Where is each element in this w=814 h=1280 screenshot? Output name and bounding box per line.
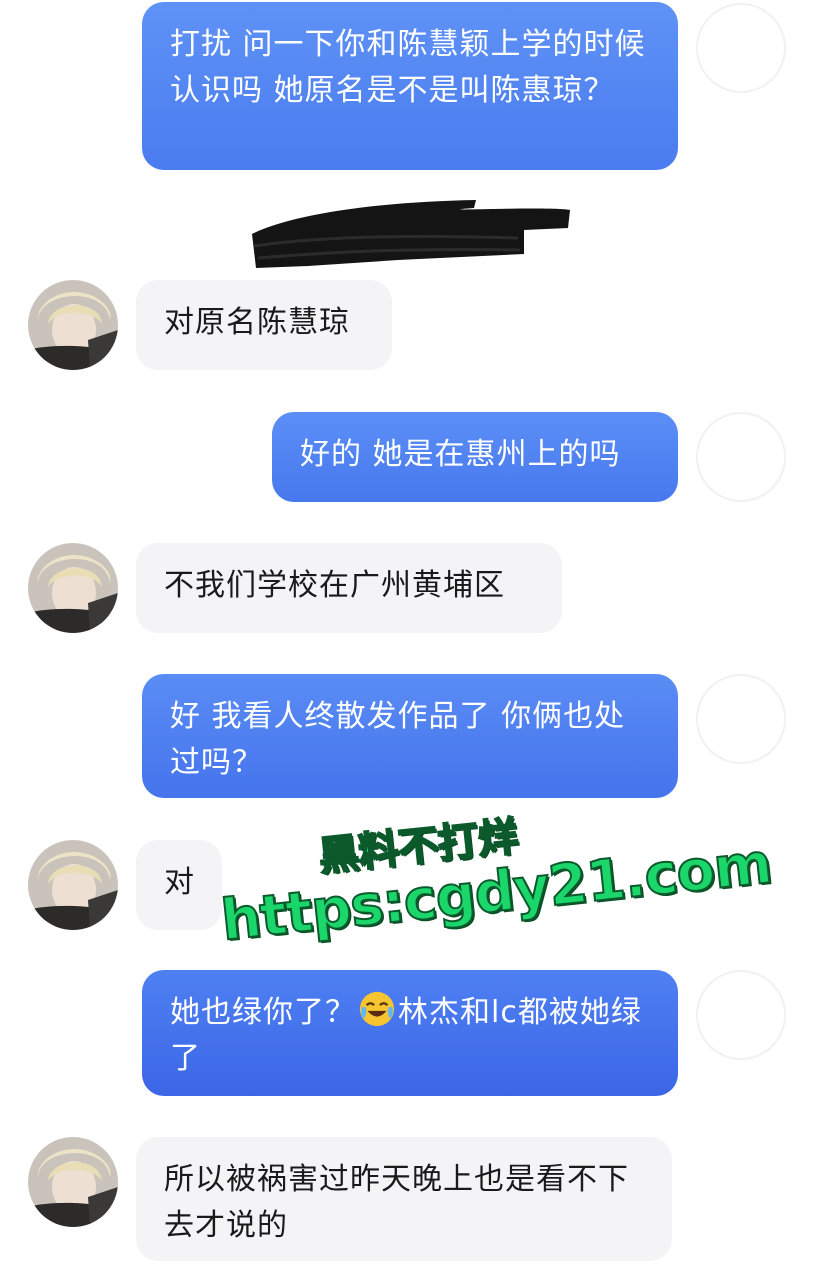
peer-avatar[interactable] [28, 543, 118, 633]
watermark: 黑料不打烊 https:cgdy21.com [200, 800, 775, 960]
message-bubble-incoming[interactable]: 对 [136, 840, 222, 930]
self-avatar[interactable] [696, 412, 786, 502]
message-bubble-outgoing[interactable]: 好的 她是在惠州上的吗 [272, 412, 678, 502]
message-bubble-incoming[interactable]: 不我们学校在广州黄埔区 [136, 543, 562, 633]
chat-window: 打扰 问一下你和陈慧颖上学的时候认识吗 她原名是不是叫陈惠琼？ 对原名陈慧琼 好… [0, 0, 814, 1280]
watermark-url: https:cgdy21.com [217, 830, 775, 954]
message-bubble-outgoing[interactable]: 打扰 问一下你和陈慧颖上学的时候认识吗 她原名是不是叫陈惠琼？ [142, 2, 678, 170]
self-avatar[interactable] [696, 674, 786, 764]
message-bubble-outgoing[interactable]: 好 我看人终散发作品了 你俩也处过吗？ [142, 674, 678, 798]
message-bubble-outgoing[interactable]: 她也绿你了？ 林杰和lc都被她绿了 [142, 970, 678, 1096]
message-bubble-incoming[interactable]: 对原名陈慧琼 [136, 280, 392, 370]
peer-avatar[interactable] [28, 1137, 118, 1227]
self-avatar[interactable] [696, 3, 786, 93]
redaction-scribble [252, 200, 570, 268]
self-avatar[interactable] [696, 970, 786, 1060]
message-bubble-incoming[interactable]: 所以被祸害过昨天晚上也是看不下去才说的 [136, 1137, 672, 1261]
watermark-title: 黑料不打烊 [316, 813, 522, 882]
message-text: 她也绿你了？ [170, 995, 356, 1030]
peer-avatar[interactable] [28, 280, 118, 370]
peer-avatar[interactable] [28, 840, 118, 930]
crying-laughing-emoji-icon [359, 991, 395, 1027]
